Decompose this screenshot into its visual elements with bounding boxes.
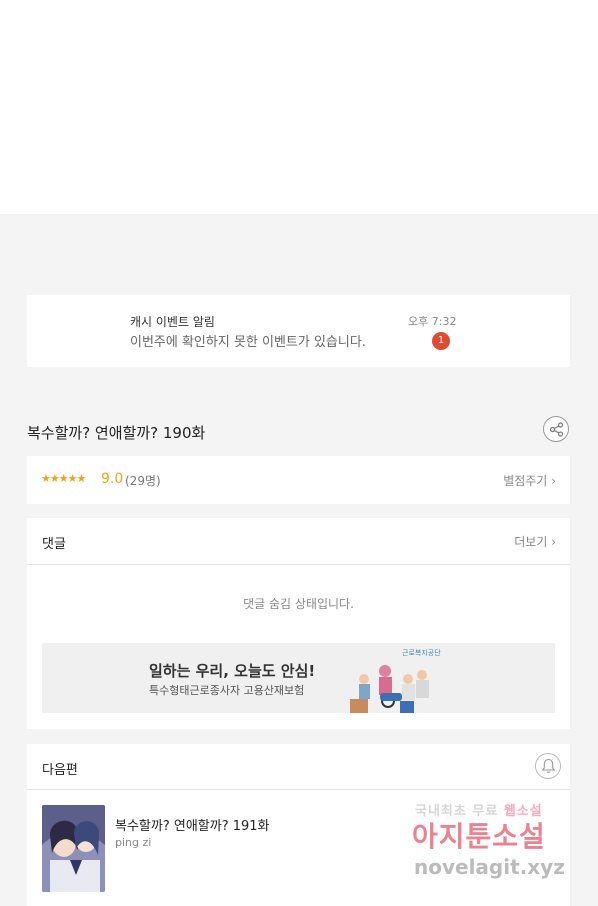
rating-card: ★★★★★ 9.0 (29명) 별점주기 › bbox=[27, 456, 570, 504]
episode-title: 복수할까? 연애할까? 190화 bbox=[27, 424, 206, 442]
comments-more-button[interactable]: 더보기 › bbox=[514, 533, 556, 550]
top-blank-area bbox=[0, 0, 598, 214]
chevron-right-icon: › bbox=[551, 474, 556, 488]
notification-time: 오후 7:32 bbox=[408, 315, 457, 328]
notification-title: 캐시 이벤트 알림 bbox=[130, 315, 215, 329]
next-episode-section: 다음편 복수할까? 연애할까? 191화 ping zi bbox=[27, 744, 570, 906]
ad-workers-illustration bbox=[350, 665, 429, 713]
rate-button[interactable]: 별점주기 › bbox=[503, 472, 556, 489]
rating-score: 9.0 bbox=[101, 471, 124, 487]
comments-hidden-message: 댓글 숨김 상태입니다. bbox=[243, 597, 354, 611]
ad-banner[interactable]: 일하는 우리, 오늘도 안심! 특수형태근로종사자 고용산재보험 근로복지공단 bbox=[42, 643, 555, 713]
notification-text: 이번주에 확인하지 못한 이벤트가 있습니다. bbox=[130, 335, 366, 350]
event-notification-card[interactable]: 캐시 이벤트 알림 이번주에 확인하지 못한 이벤트가 있습니다. 오후 7:3… bbox=[27, 295, 570, 367]
share-button[interactable] bbox=[543, 416, 569, 442]
comments-title: 댓글 bbox=[42, 537, 66, 552]
rate-button-label: 별점주기 bbox=[503, 474, 548, 488]
ad-subtext: 특수형태근로종사자 고용산재보험 bbox=[149, 684, 305, 697]
rating-stars: ★★★★★ bbox=[41, 472, 86, 485]
comments-section: 댓글 더보기 › 댓글 숨김 상태입니다. 일하는 우리, 오늘도 안심! 특수… bbox=[27, 518, 570, 729]
next-episode-header: 다음편 bbox=[27, 744, 570, 790]
next-episode-heading: 다음편 bbox=[42, 763, 78, 778]
comments-more-label: 더보기 bbox=[514, 535, 548, 549]
next-episode-author: ping zi bbox=[115, 836, 152, 849]
comments-header: 댓글 더보기 › bbox=[27, 518, 570, 565]
notify-button[interactable] bbox=[535, 753, 561, 779]
next-episode-title[interactable]: 복수할까? 연애할까? 191화 bbox=[115, 815, 270, 834]
chevron-right-icon: › bbox=[551, 535, 556, 549]
notification-badge: 1 bbox=[432, 332, 450, 350]
ad-headline: 일하는 우리, 오늘도 안심! bbox=[149, 662, 316, 680]
bell-icon bbox=[541, 758, 556, 773]
rating-count: (29명) bbox=[125, 474, 161, 488]
share-icon bbox=[549, 422, 564, 437]
next-episode-thumbnail[interactable] bbox=[42, 805, 105, 892]
